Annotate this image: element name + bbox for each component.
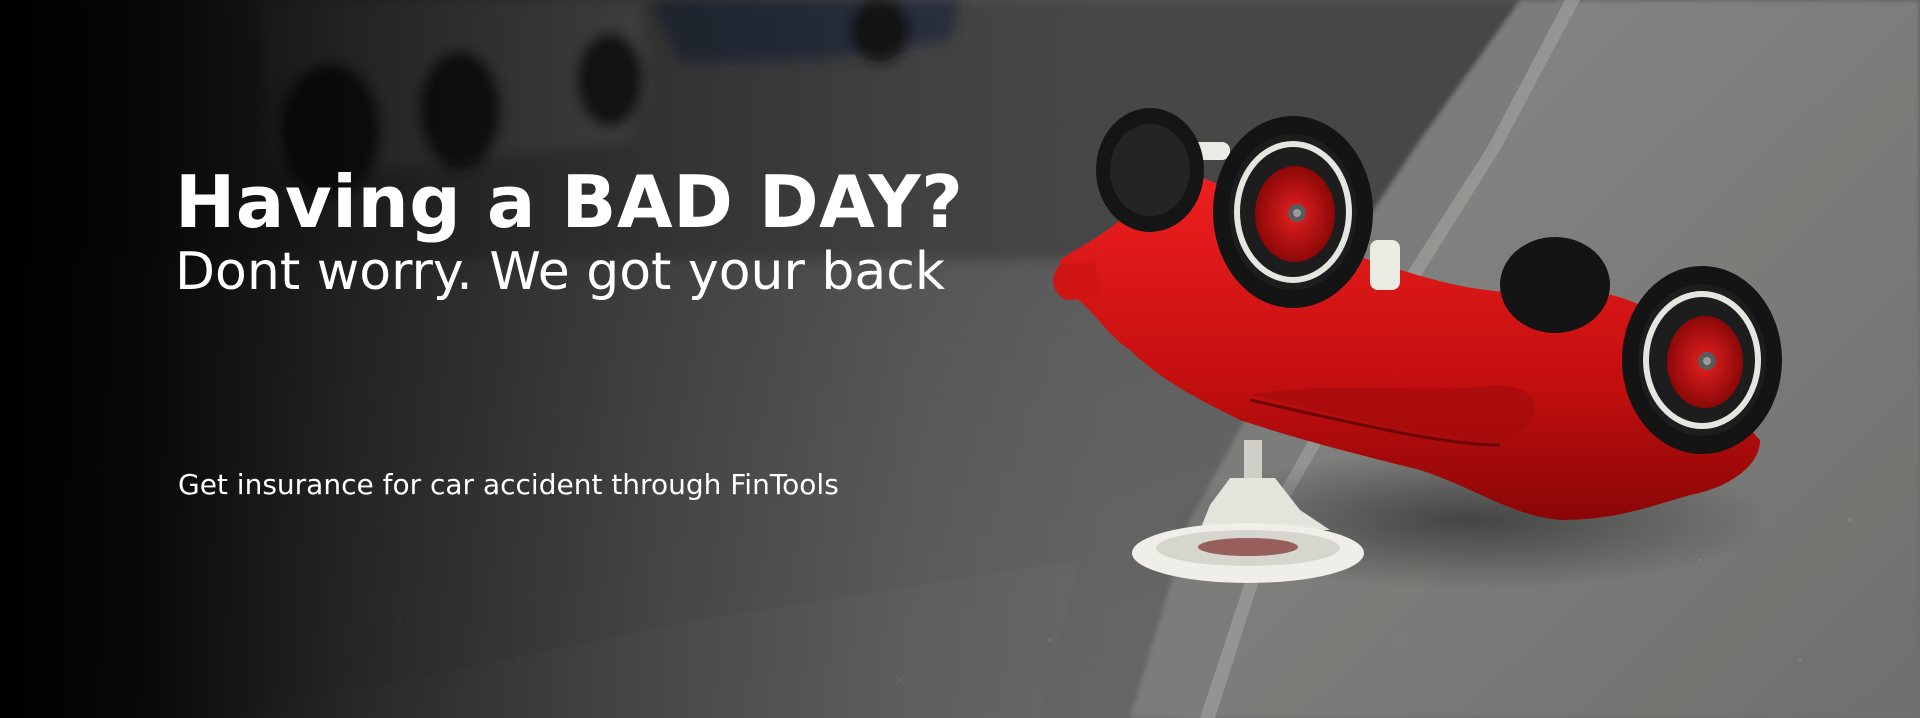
- toy-wheel: [1622, 266, 1782, 454]
- hero-tagline: Get insurance for car accident through F…: [178, 468, 839, 501]
- hero-banner: Having a BAD DAY? Dont worry. We got you…: [0, 0, 1920, 718]
- hero-background-image: [0, 0, 1920, 718]
- hero-subtitle: Dont worry. We got your back: [175, 242, 945, 302]
- toy-wheel: [1500, 237, 1610, 333]
- hero-heading-group: Having a BAD DAY? Dont worry. We got you…: [175, 158, 1075, 304]
- toy-wheel: [1096, 108, 1204, 232]
- toy-wheel: [1213, 116, 1373, 308]
- hero-title: Having a BAD DAY?: [175, 160, 964, 244]
